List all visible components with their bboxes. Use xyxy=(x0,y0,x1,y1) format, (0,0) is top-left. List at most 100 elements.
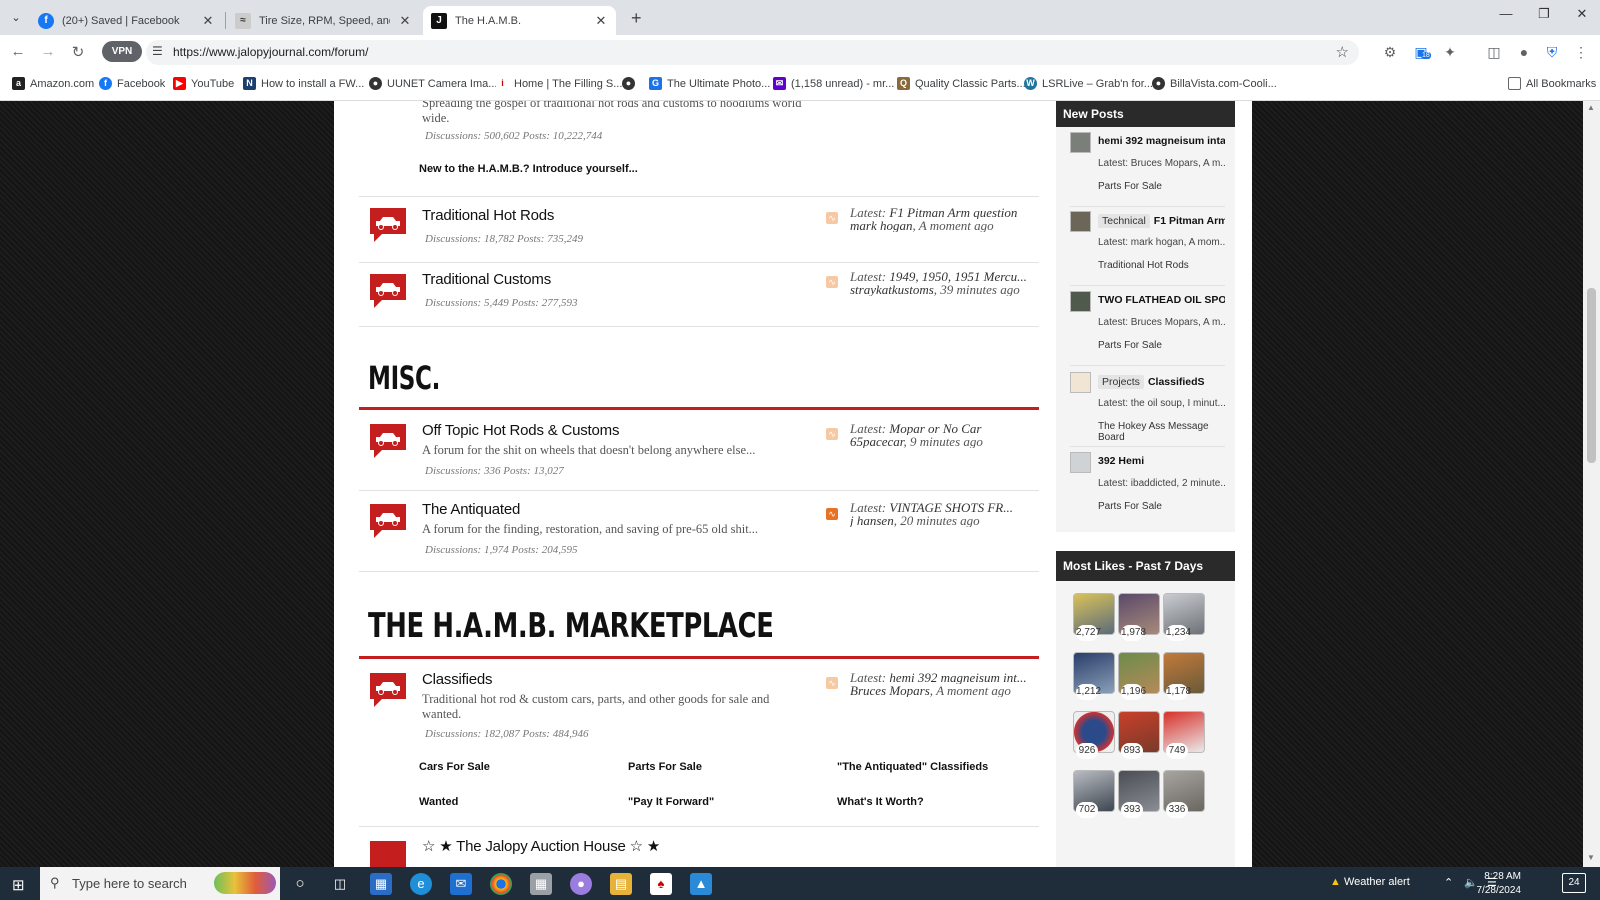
latest-user-link[interactable]: j hansen xyxy=(850,514,894,527)
bookmark-lsrlive[interactable]: W LSRLive – Grab'n for... xyxy=(1024,77,1153,90)
bookmark-globe[interactable]: ● xyxy=(622,77,640,90)
new-post-title[interactable]: Projects ClassifiedS xyxy=(1098,375,1225,389)
scrollbar-thumb[interactable] xyxy=(1587,288,1596,463)
mail-icon[interactable]: ✉ xyxy=(450,873,472,895)
rss-icon[interactable]: ∿ xyxy=(826,276,838,288)
subforum-link-cars-for-sale[interactable]: Cars For Sale xyxy=(419,761,490,773)
forum-title[interactable]: ☆ ★ The Jalopy Auction House ☆ ★ xyxy=(422,837,660,855)
tab-facebook[interactable]: f (20+) Saved | Facebook ✕ xyxy=(30,6,223,35)
new-post-item[interactable]: Technical F1 Pitman Arm ... Latest: mark … xyxy=(1070,211,1225,286)
bookmark-facebook[interactable]: f Facebook xyxy=(99,77,165,90)
forum-title[interactable]: Off Topic Hot Rods & Customs xyxy=(422,422,619,439)
tab-hamb[interactable]: J The H.A.M.B. ✕ xyxy=(423,6,616,35)
all-bookmarks[interactable]: All Bookmarks xyxy=(1508,77,1596,90)
task-view-icon[interactable]: ◫ xyxy=(329,873,351,895)
taskbar-clock[interactable]: 8:28 AM 7/28/2024 xyxy=(1463,870,1522,898)
bookmark-youtube[interactable]: ▶ YouTube xyxy=(173,77,234,90)
category-heading-marketplace[interactable]: THE H.A.M.B. MARKETPLACE xyxy=(368,606,774,646)
latest-user-link[interactable]: Bruces Mopars xyxy=(850,684,930,697)
avatar[interactable] xyxy=(1070,372,1091,393)
new-post-item[interactable]: 392 Hemi Latest: ibaddicted, 2 minute...… xyxy=(1070,452,1225,527)
avatar[interactable] xyxy=(1070,211,1091,232)
store-icon[interactable]: ▦ xyxy=(370,873,392,895)
windows-start-icon[interactable]: ⊞ xyxy=(12,876,25,894)
bookmark-filling-station[interactable]: i Home | The Filling S... xyxy=(496,77,622,90)
vpn-badge[interactable]: VPN xyxy=(102,41,142,62)
new-post-title[interactable]: 392 Hemi xyxy=(1098,455,1225,467)
avatar[interactable] xyxy=(1070,291,1091,312)
bookmark-mail[interactable]: ✉ (1,158 unread) - mr... xyxy=(773,77,894,90)
new-post-title-text[interactable]: F1 Pitman Arm ... xyxy=(1154,215,1225,227)
solitaire-icon[interactable]: ♠ xyxy=(650,873,672,895)
rss-icon[interactable]: ∿ xyxy=(826,508,838,520)
avatar[interactable] xyxy=(1070,132,1091,153)
profile-avatar-icon[interactable]: ● xyxy=(1515,44,1533,60)
bookmark-amazon[interactable]: a Amazon.com xyxy=(12,77,94,90)
chrome-profile-icon[interactable]: ● xyxy=(570,873,592,895)
bookmark-billavista[interactable]: ● BillaVista.com-Cooli... xyxy=(1152,77,1277,90)
category-heading-misc[interactable]: MISC. xyxy=(368,359,440,397)
extension-gear-icon[interactable]: ⚙ xyxy=(1381,44,1399,61)
extensions-puzzle-icon[interactable]: ✦ xyxy=(1441,44,1459,61)
close-icon[interactable]: ✕ xyxy=(398,13,412,29)
menu-dots-icon[interactable]: ⋮ xyxy=(1572,44,1590,61)
new-post-title[interactable]: hemi 392 magneisum intake... xyxy=(1098,135,1225,147)
cortana-icon[interactable]: ○ xyxy=(289,873,311,895)
bookmark-star-icon[interactable]: ☆ xyxy=(1336,43,1349,61)
restore-icon[interactable]: ❐ xyxy=(1529,6,1559,22)
chrome-icon[interactable] xyxy=(490,873,512,895)
rss-icon[interactable]: ∿ xyxy=(826,677,838,689)
subforum-link-whats-it-worth[interactable]: What's It Worth? xyxy=(837,796,924,808)
new-post-title-text[interactable]: TWO FLATHEAD OIL SPOUTS ... xyxy=(1098,294,1225,306)
latest-thread-link[interactable]: 1949, 1950, 1951 Mercu... xyxy=(889,270,1026,283)
minimize-icon[interactable]: — xyxy=(1491,6,1521,21)
latest-thread-link[interactable]: F1 Pitman Arm question xyxy=(889,206,1017,219)
side-panel-icon[interactable]: ◫ xyxy=(1485,44,1503,61)
new-post-forum-link[interactable]: Traditional Hot Rods xyxy=(1098,260,1189,271)
latest-thread-link[interactable]: VINTAGE SHOTS FR... xyxy=(889,501,1013,514)
calculator-icon[interactable]: ▦ xyxy=(530,873,552,895)
tab-tire-size[interactable]: ≈ Tire Size, RPM, Speed, and Diffe ✕ xyxy=(227,6,420,35)
notifications-icon[interactable]: 24 xyxy=(1562,873,1586,893)
tray-chevron-icon[interactable]: ⌃ xyxy=(1444,876,1453,889)
bookmark-ultimate-photo[interactable]: G The Ultimate Photo... xyxy=(649,77,770,90)
latest-user-link[interactable]: mark hogan xyxy=(850,219,912,232)
latest-thread-link[interactable]: Mopar or No Car xyxy=(889,422,981,435)
new-post-forum-link[interactable]: Parts For Sale xyxy=(1098,501,1162,512)
back-icon[interactable]: ← xyxy=(8,43,28,60)
bookmark-fw-install[interactable]: N How to install a FW... xyxy=(243,77,364,90)
new-post-forum-link[interactable]: Parts For Sale xyxy=(1098,340,1162,351)
bookmark-classic-parts[interactable]: Q Quality Classic Parts... xyxy=(897,77,1026,90)
new-post-title[interactable]: Technical F1 Pitman Arm ... xyxy=(1098,214,1225,228)
new-post-item[interactable]: TWO FLATHEAD OIL SPOUTS ... Latest: Bruc… xyxy=(1070,291,1225,366)
new-post-forum-link[interactable]: Parts For Sale xyxy=(1098,181,1162,192)
new-post-item[interactable]: hemi 392 magneisum intake... Latest: Bru… xyxy=(1070,132,1225,207)
close-icon[interactable]: ✕ xyxy=(201,13,215,29)
bookmark-uunet[interactable]: ● UUNET Camera Ima... xyxy=(369,77,497,90)
rss-icon[interactable]: ∿ xyxy=(826,212,838,224)
rss-icon[interactable]: ∿ xyxy=(826,428,838,440)
new-post-forum-link[interactable]: The Hokey Ass Message Board xyxy=(1098,421,1225,443)
latest-user-link[interactable]: 65pacecar xyxy=(850,435,903,448)
forum-title[interactable]: Traditional Customs xyxy=(422,271,551,288)
window-close-icon[interactable]: ✕ xyxy=(1567,6,1597,22)
forum-title[interactable]: The Antiquated xyxy=(422,501,520,518)
taskbar-search[interactable]: ⚲ Type here to search xyxy=(40,867,280,900)
url-text[interactable]: https://www.jalopyjournal.com/forum/ xyxy=(173,45,368,59)
forum-title[interactable]: Classifieds xyxy=(422,671,493,688)
new-post-item[interactable]: Projects ClassifiedS Latest: the oil soup… xyxy=(1070,372,1225,447)
new-post-title-text[interactable]: ClassifiedS xyxy=(1148,376,1205,388)
address-bar[interactable]: ☰ https://www.jalopyjournal.com/forum/ ☆ xyxy=(146,40,1359,65)
new-tab-icon[interactable]: + xyxy=(631,8,642,29)
subforum-link-wanted[interactable]: Wanted xyxy=(419,796,458,808)
avatar[interactable] xyxy=(1070,452,1091,473)
forum-title[interactable]: Traditional Hot Rods xyxy=(422,207,554,224)
page-scrollbar[interactable]: ▲ ▼ xyxy=(1583,101,1600,867)
scroll-up-icon[interactable]: ▲ xyxy=(1587,103,1595,112)
new-post-title[interactable]: TWO FLATHEAD OIL SPOUTS ... xyxy=(1098,294,1225,306)
new-post-title-text[interactable]: 392 Hemi xyxy=(1098,455,1144,467)
latest-user-link[interactable]: straykatkustoms xyxy=(850,283,934,296)
file-explorer-icon[interactable]: ▤ xyxy=(610,873,632,895)
edge-icon[interactable]: e xyxy=(410,873,432,895)
forward-icon[interactable]: → xyxy=(38,43,58,60)
